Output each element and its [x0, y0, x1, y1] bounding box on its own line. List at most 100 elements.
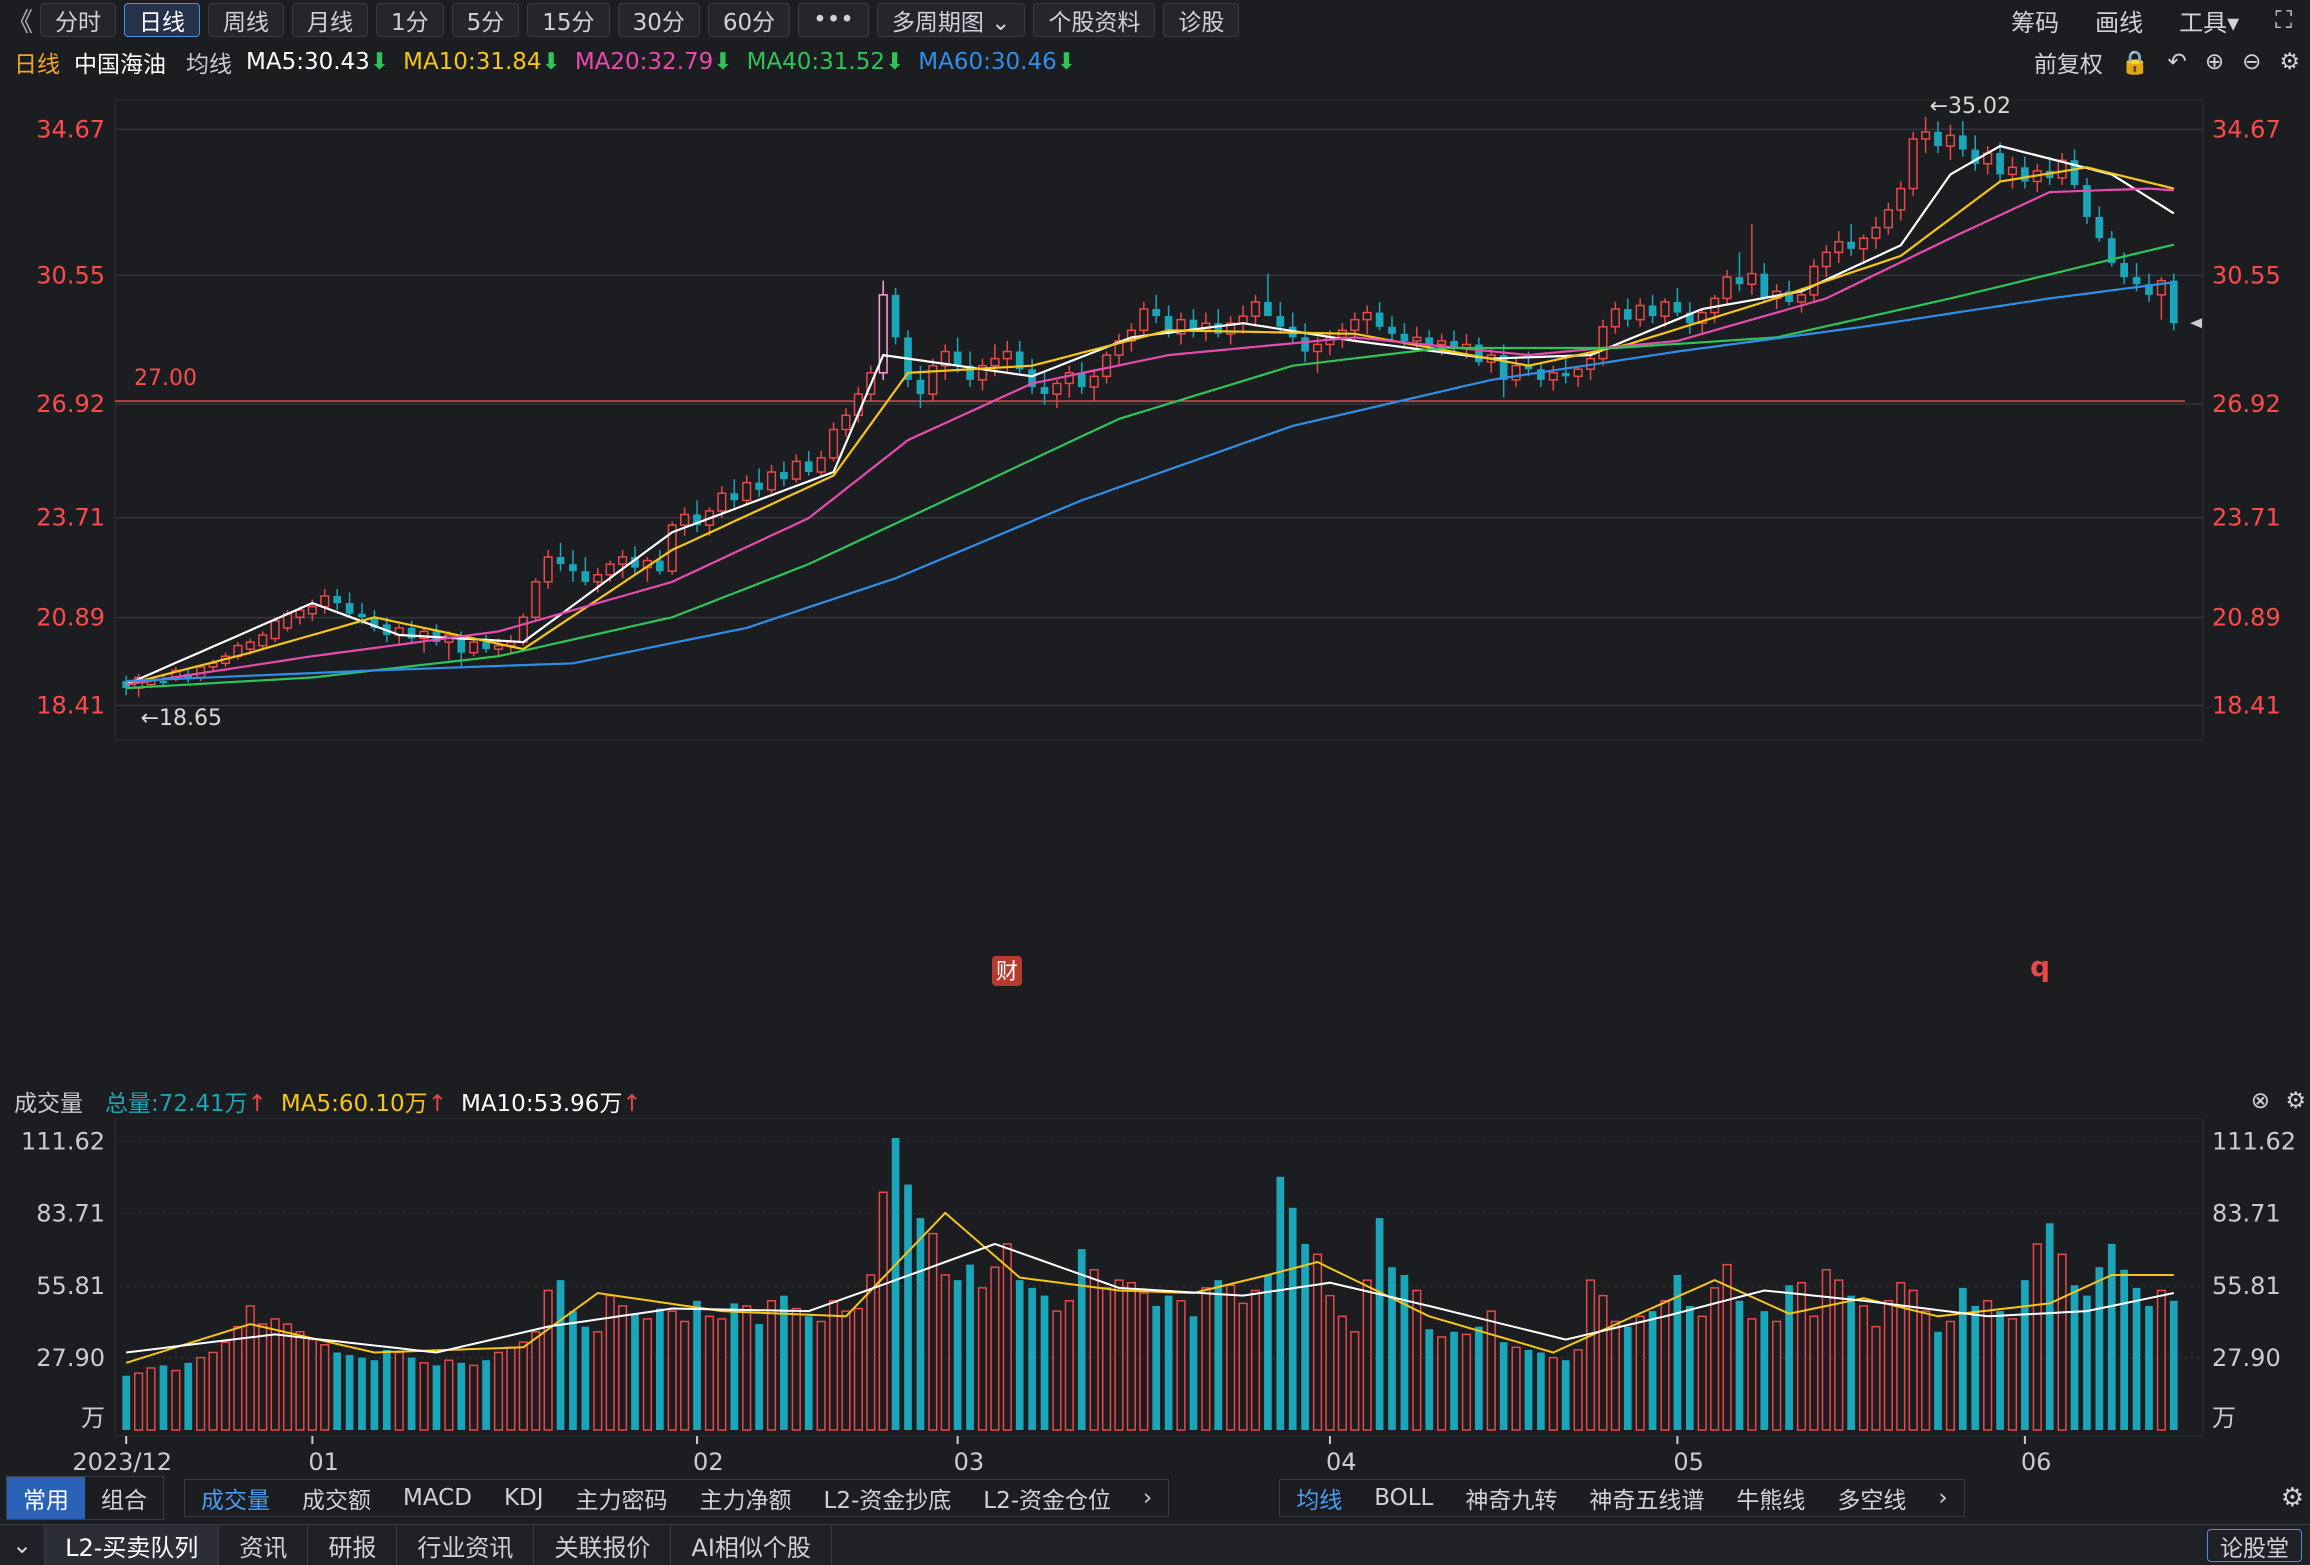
collapse-left-icon[interactable]: 《	[0, 2, 40, 39]
period-button-1[interactable]: 日线	[124, 3, 200, 37]
candle-body	[1623, 309, 1632, 320]
sub-indicator-tab-3[interactable]: KDJ	[488, 1485, 560, 1511]
candle-body	[1908, 138, 1918, 190]
sub-indicator-tab-2[interactable]: MACD	[387, 1485, 488, 1511]
period-button-4[interactable]: 1分	[376, 3, 444, 37]
volume-settings-icon[interactable]: ⚙	[2285, 1088, 2306, 1114]
ma-label[interactable]: 均线	[186, 45, 232, 79]
candle-body	[730, 493, 739, 501]
period-button-10[interactable]: 多周期图 ⌄	[876, 3, 1026, 37]
volume-bar	[1785, 1285, 1793, 1430]
volume-chart[interactable]: 111.62 111.62 83.71 83.71 55.81 55.81 27.90 27.…	[0, 1118, 2310, 1478]
main-indicator-tab-4[interactable]: 牛熊线	[1720, 1481, 1821, 1515]
chips-button[interactable]: 筹码	[2011, 3, 2059, 38]
volume-bars	[122, 1138, 2178, 1431]
bottom-tab-4[interactable]: 关联报价	[534, 1524, 672, 1565]
period-button-5[interactable]: 5分	[451, 3, 520, 37]
settings-icon[interactable]: ⚙	[2279, 49, 2300, 75]
candle-body	[717, 492, 727, 512]
tools-menu[interactable]: 工具▾	[2179, 3, 2239, 38]
period-button-8[interactable]: 60分	[707, 3, 791, 37]
bottom-tab-5[interactable]: AI相似个股	[671, 1524, 832, 1565]
volume-bar	[2057, 1253, 2067, 1431]
volume-bar	[1561, 1360, 1570, 1430]
draw-line-button[interactable]: 画线	[2095, 3, 2143, 38]
close-volume-icon[interactable]: ⊗	[2251, 1088, 2270, 1114]
period-button-2[interactable]: 周线	[208, 3, 284, 37]
indicator-mode-switch: 常用 组合	[6, 1476, 164, 1520]
volume-bar	[1735, 1300, 1744, 1430]
sub-indicator-tab-7[interactable]: L2-资金仓位	[967, 1481, 1127, 1515]
zoom-out-icon[interactable]: ⊖	[2242, 49, 2261, 75]
main-indicator-tab-0[interactable]: 均线	[1280, 1481, 1358, 1515]
sub-indicator-tab-6[interactable]: L2-资金抄底	[808, 1481, 968, 1515]
volume-bar	[1139, 1292, 1149, 1431]
fullscreen-icon[interactable]: ⛶	[2275, 6, 2292, 34]
volume-bar	[2007, 1318, 2018, 1431]
bottom-tab-0[interactable]: L2-买卖队列	[45, 1524, 220, 1565]
main-indicator-tab-2[interactable]: 神奇九转	[1449, 1481, 1573, 1515]
mode-common[interactable]: 常用	[7, 1477, 85, 1519]
volume-bar	[1425, 1329, 1434, 1430]
sub-indicator-tab-5[interactable]: 主力净额	[684, 1481, 808, 1515]
main-indicator-tab-5[interactable]: 多空线	[1821, 1481, 1922, 1515]
bottom-tab-2[interactable]: 研报	[308, 1524, 398, 1565]
period-button-7[interactable]: 30分	[617, 3, 700, 37]
undo-icon[interactable]: ↶	[2168, 49, 2187, 75]
price-tick-left: 30.55	[36, 261, 105, 289]
candle-body	[295, 609, 305, 619]
indicator-settings-icon[interactable]: ⚙	[2281, 1483, 2304, 1513]
moving-averages	[125, 144, 2175, 690]
volume-bar	[841, 1310, 851, 1431]
sub-indicator-tab-0[interactable]: 成交量	[185, 1481, 286, 1515]
period-button-0[interactable]: 分时	[40, 3, 116, 37]
bottom-tab-3[interactable]: 行业资讯	[397, 1524, 535, 1565]
volume-bar	[916, 1218, 925, 1430]
candle-body	[928, 364, 938, 395]
main-indicator-tab-6[interactable]: ›	[1922, 1485, 1963, 1511]
volume-ma10: MA10:53.96万↑	[460, 1091, 642, 1117]
forum-button[interactable]: 论股堂	[2207, 1529, 2302, 1562]
sub-indicator-tab-8[interactable]: ›	[1127, 1485, 1168, 1511]
date-label: 03	[954, 1448, 985, 1476]
bottom-tab-1[interactable]: 资讯	[219, 1524, 309, 1565]
ma10-value: MA10:31.84⬇	[403, 49, 561, 75]
period-button-3[interactable]: 月线	[292, 3, 368, 37]
period-button-6[interactable]: 15分	[527, 3, 610, 37]
last-price-marker	[2190, 318, 2202, 329]
collapse-bottom-icon[interactable]: ⌄	[0, 1524, 46, 1565]
volume-bar	[828, 1300, 839, 1431]
ma-line-ma5	[125, 144, 2175, 686]
adjust-mode[interactable]: 前复权	[2034, 45, 2103, 79]
volume-bar	[2169, 1300, 2178, 1430]
candlestick-chart[interactable]: 27.00 34.67 34.67 30.55 30.55 26.92 26.92 23.7…	[0, 80, 2310, 1080]
period-button-11[interactable]: 个股资料	[1033, 3, 1156, 37]
period-button-9[interactable]: •••	[798, 3, 869, 37]
sub-indicator-tab-4[interactable]: 主力密码	[560, 1481, 684, 1515]
indicator-bar: 常用 组合 成交量 成交额 MACD KDJ 主力密码 主力净额 L2-资金抄底 L2-资金仓…	[0, 1476, 2310, 1520]
volume-bar	[506, 1346, 516, 1431]
volume-bar	[1238, 1302, 1248, 1431]
main-indicator-tab-3[interactable]: 神奇五线谱	[1573, 1481, 1720, 1515]
candle-body	[1958, 135, 1967, 150]
ma40-value: MA40:31.52⬇	[746, 49, 905, 75]
candle-body	[1312, 343, 1323, 353]
sub-indicator-tab-1[interactable]: 成交额	[286, 1481, 387, 1515]
volume-bar	[358, 1357, 366, 1430]
volume-total: 总量:72.41万↑	[105, 1091, 267, 1117]
volume-bar	[1983, 1300, 1993, 1431]
ma5-value: MA5:30.43⬇	[246, 49, 390, 75]
volume-bar	[1871, 1325, 1881, 1431]
lock-icon[interactable]: 🔒	[2121, 49, 2150, 76]
volume-bar	[816, 1320, 826, 1431]
zoom-in-icon[interactable]: ⊕	[2205, 49, 2224, 75]
main-indicator-tab-1[interactable]: BOLL	[1358, 1485, 1449, 1511]
candle-body	[1388, 326, 1396, 334]
candle-body	[617, 556, 628, 565]
date-label: 05	[1673, 1448, 1704, 1476]
mode-combo[interactable]: 组合	[85, 1477, 163, 1519]
period-button-12[interactable]: 诊股	[1163, 3, 1240, 37]
volume-bar	[382, 1349, 391, 1430]
candle-body	[1722, 276, 1732, 300]
candle-body	[1735, 277, 1744, 285]
